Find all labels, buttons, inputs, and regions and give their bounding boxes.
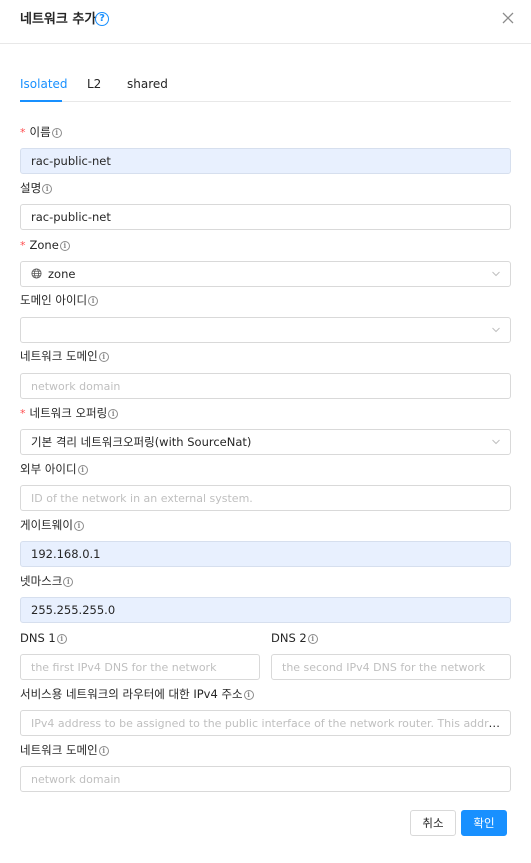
chevron-down-icon xyxy=(492,327,500,333)
network-domain-placeholder: network domain xyxy=(31,380,121,393)
network-domain-2-placeholder: network domain xyxy=(31,773,121,786)
router-ipv4-input[interactable]: IPv4 address to be assigned to the publi… xyxy=(20,710,511,736)
router-ipv4-placeholder: IPv4 address to be assigned to the publi… xyxy=(31,717,511,730)
info-icon[interactable]: i xyxy=(108,409,119,419)
network-domain-label: 네트워크 도메인 i xyxy=(20,348,109,364)
dialog-title: 네트워크 추가 xyxy=(20,12,97,27)
info-icon[interactable]: i xyxy=(42,184,53,194)
domain-id-label: 도메인 아이디 i xyxy=(20,292,99,308)
required-mark: * xyxy=(20,407,26,420)
info-icon[interactable]: i xyxy=(59,241,70,251)
info-icon[interactable]: i xyxy=(77,465,88,475)
router-ipv4-label: 서비스용 네트워크의 라우터에 대한 IPv4 주소 i xyxy=(20,686,254,702)
name-label: * 이름 i xyxy=(20,124,62,141)
required-mark: * xyxy=(20,239,26,252)
external-id-input[interactable]: ID of the network in an external system. xyxy=(20,485,511,511)
network-offering-select-value: 기본 격리 네트워크오퍼링(with SourceNat) xyxy=(31,435,252,449)
confirm-button[interactable]: 확인 xyxy=(461,810,507,836)
zone-label: * Zone i xyxy=(20,237,70,254)
help-icon[interactable]: ? xyxy=(95,12,109,26)
network-domain-input[interactable]: network domain xyxy=(20,373,511,399)
netmask-label: 넷마스크 i xyxy=(20,573,74,589)
globe-icon xyxy=(31,268,42,279)
zone-select-value: zone xyxy=(48,267,76,281)
info-icon[interactable]: i xyxy=(307,634,318,644)
network-offering-select[interactable]: 기본 격리 네트워크오퍼링(with SourceNat) xyxy=(20,429,511,455)
required-mark: * xyxy=(20,126,26,139)
add-network-dialog: 네트워크 추가 ? Isolated L2 shared * 이름 i rac-pu… xyxy=(0,0,531,863)
close-icon[interactable] xyxy=(500,10,516,26)
tab-isolated[interactable]: Isolated xyxy=(20,76,68,92)
netmask-input[interactable]: 255.255.255.0 xyxy=(20,597,511,623)
external-id-label: 외부 아이디 i xyxy=(20,461,88,477)
info-icon[interactable]: i xyxy=(63,577,74,587)
info-icon[interactable]: i xyxy=(51,128,62,138)
dns2-label: DNS 2i xyxy=(271,630,318,646)
gateway-label: 게이트웨이 i xyxy=(20,517,84,533)
network-offering-label: * 네트워크 오퍼링 i xyxy=(20,405,119,422)
network-domain-2-input[interactable]: network domain xyxy=(20,766,511,792)
network-type-tabs: Isolated L2 shared xyxy=(20,72,511,102)
dns2-input[interactable]: the second IPv4 DNS for the network xyxy=(271,654,511,680)
description-input[interactable]: rac-public-net xyxy=(20,204,511,230)
dns1-input[interactable]: the first IPv4 DNS for the network xyxy=(20,654,260,680)
gateway-input[interactable]: 192.168.0.1 xyxy=(20,541,511,567)
tab-l2[interactable]: L2 xyxy=(87,76,101,92)
info-icon[interactable]: i xyxy=(98,352,109,362)
network-domain-2-label: 네트워크 도메인 i xyxy=(20,742,109,758)
cancel-button[interactable]: 취소 xyxy=(410,810,456,836)
domain-id-select[interactable] xyxy=(20,317,511,343)
active-tab-indicator xyxy=(20,100,62,102)
external-id-placeholder: ID of the network in an external system. xyxy=(31,492,253,505)
info-icon[interactable]: i xyxy=(98,746,109,756)
chevron-down-icon xyxy=(492,439,500,445)
chevron-down-icon xyxy=(492,271,500,277)
zone-select[interactable]: zone xyxy=(20,261,511,287)
info-icon[interactable]: i xyxy=(88,296,99,306)
info-icon[interactable]: i xyxy=(73,521,84,531)
dns1-placeholder: the first IPv4 DNS for the network xyxy=(31,661,217,674)
dialog-header: 네트워크 추가 ? xyxy=(0,0,531,44)
name-input[interactable]: rac-public-net xyxy=(20,148,511,174)
description-label: 설명 i xyxy=(20,180,53,196)
dns2-placeholder: the second IPv4 DNS for the network xyxy=(282,661,486,674)
dns1-label: DNS 1i xyxy=(20,630,67,646)
tab-shared[interactable]: shared xyxy=(127,76,168,92)
info-icon[interactable]: i xyxy=(243,690,254,700)
info-icon[interactable]: i xyxy=(56,634,67,644)
